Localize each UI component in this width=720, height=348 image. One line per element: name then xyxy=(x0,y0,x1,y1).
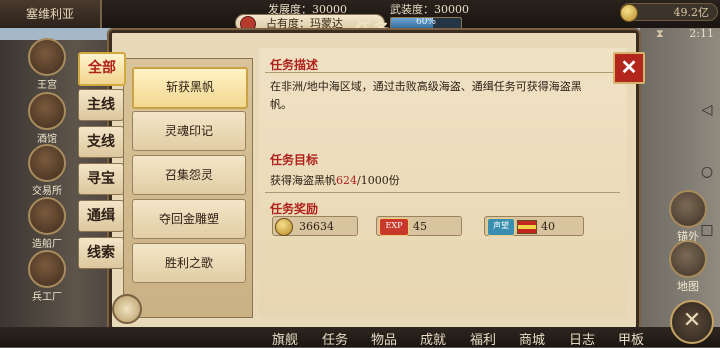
ship-icon xyxy=(28,197,66,235)
goal-current: 624 xyxy=(336,174,357,187)
divider xyxy=(265,72,620,73)
tab-treasure[interactable]: 寻宝 xyxy=(78,163,124,195)
goal-label: 获得海盗黑帆 xyxy=(270,174,336,187)
quest-item[interactable]: 夺回金雕塑 xyxy=(132,199,246,239)
reward-reputation-value: 40 xyxy=(541,220,555,233)
nav-deck[interactable]: 甲板 xyxy=(618,329,644,348)
tab-all[interactable]: 全部 xyxy=(78,52,126,86)
hourglass-icon: ⧗ xyxy=(656,27,664,40)
tab-clue[interactable]: 线索 xyxy=(78,237,124,269)
nav-quest[interactable]: 任务 xyxy=(322,329,348,348)
nav-shop[interactable]: 商城 xyxy=(519,329,545,348)
cannon-icon xyxy=(28,250,66,288)
gold-counter: 49.2亿 xyxy=(620,3,718,22)
palace-icon xyxy=(28,38,66,76)
tavern-button[interactable]: 酒馆 xyxy=(25,92,69,145)
goal-heading: 任务目标 xyxy=(270,153,319,167)
tab-main[interactable]: 主线 xyxy=(78,89,124,121)
nav-items[interactable]: 物品 xyxy=(371,329,397,348)
close-menu-button[interactable]: ✕ xyxy=(670,300,714,344)
reward-exp-value: 45 xyxy=(413,220,427,233)
map-label: 地图 xyxy=(677,280,699,293)
exchange-label: 交易所 xyxy=(32,186,62,197)
close-button[interactable]: ✕ xyxy=(613,52,645,84)
harbor-building xyxy=(640,20,720,347)
palace-label: 王宫 xyxy=(37,80,57,91)
tab-side[interactable]: 支线 xyxy=(78,126,124,158)
shipyard-label: 造船厂 xyxy=(32,239,62,250)
gold-coin-icon xyxy=(620,4,638,22)
nav-achievements[interactable]: 成就 xyxy=(420,329,446,348)
arsenal-button[interactable]: 兵工厂 xyxy=(25,250,69,303)
city-name[interactable]: 塞维利亚 xyxy=(0,0,102,28)
goal-total: /1000份 xyxy=(357,174,400,187)
globe-icon xyxy=(669,240,707,278)
coin-icon xyxy=(275,218,293,236)
goal-text: 获得海盗黑帆624/1000份 xyxy=(270,172,400,188)
exp-icon: EXP xyxy=(379,218,409,236)
compass-icon[interactable] xyxy=(112,294,142,324)
map-button[interactable]: 地图 xyxy=(668,240,708,294)
nav-log[interactable]: 日志 xyxy=(569,329,595,348)
description-text: 在非洲/地中海区域，通过击败高级海盗、通缉任务可获得海盗黑帆。 xyxy=(270,80,582,111)
palace-button[interactable]: 王宫 xyxy=(25,38,69,91)
reward-gold-value: 36634 xyxy=(299,220,334,233)
reward-reputation: 声望 40 xyxy=(484,216,584,236)
exchange-button[interactable]: 交易所 xyxy=(25,144,69,197)
quest-item[interactable]: 胜利之歌 xyxy=(132,243,246,283)
reward-exp: EXP 45 xyxy=(376,216,462,236)
reward-heading: 任务奖励 xyxy=(270,202,319,216)
reward-gold: 36634 xyxy=(272,216,358,236)
quest-item-selected[interactable]: 斩获黑帆 xyxy=(132,67,248,109)
quest-item[interactable]: 召集怨灵 xyxy=(132,155,246,195)
divider xyxy=(265,192,620,193)
reputation-icon: 声望 xyxy=(487,218,515,236)
quest-item[interactable]: 灵魂印记 xyxy=(132,111,246,151)
recent-apps-icon[interactable]: □ xyxy=(697,220,717,240)
bottom-nav xyxy=(0,327,720,347)
tavern-icon xyxy=(28,92,66,130)
back-icon[interactable]: ◁ xyxy=(697,100,717,120)
gold-amount: 49.2亿 xyxy=(673,6,710,19)
nav-flagship[interactable]: 旗舰 xyxy=(272,329,298,348)
shipyard-button[interactable]: 造船厂 xyxy=(25,197,69,250)
quest-list: 斩获黑帆 灵魂印记 召集怨灵 夺回金雕塑 胜利之歌 xyxy=(123,58,253,318)
nav-welfare[interactable]: 福利 xyxy=(470,329,496,348)
description-heading: 任务描述 xyxy=(270,58,319,72)
time-value: 2:11 xyxy=(689,27,714,40)
time-display: ⧗ 2:11 xyxy=(656,27,718,43)
home-icon[interactable]: ○ xyxy=(697,162,717,182)
tab-wanted[interactable]: 通缉 xyxy=(78,200,124,232)
spain-flag-icon xyxy=(517,220,537,234)
arsenal-label: 兵工厂 xyxy=(32,292,62,303)
scales-icon xyxy=(28,144,66,182)
